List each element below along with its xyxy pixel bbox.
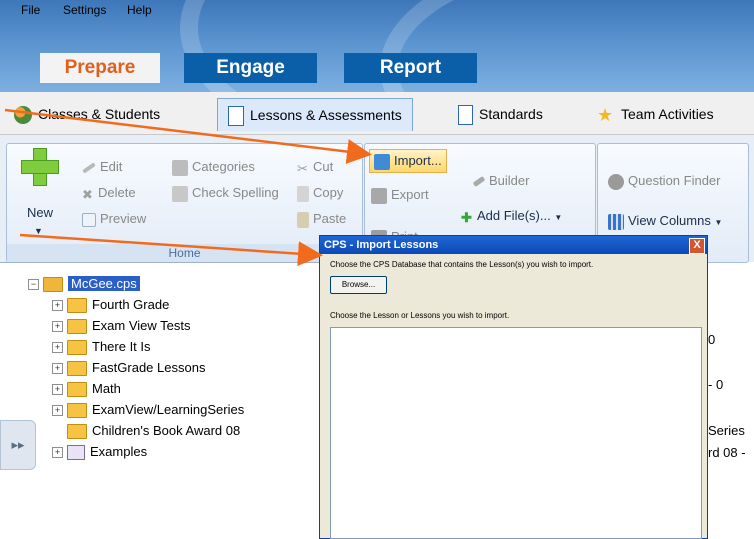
annotation-arrows — [4, 108, 372, 267]
arrow-to-import — [4, 108, 372, 164]
arrow-to-browse — [19, 233, 323, 267]
